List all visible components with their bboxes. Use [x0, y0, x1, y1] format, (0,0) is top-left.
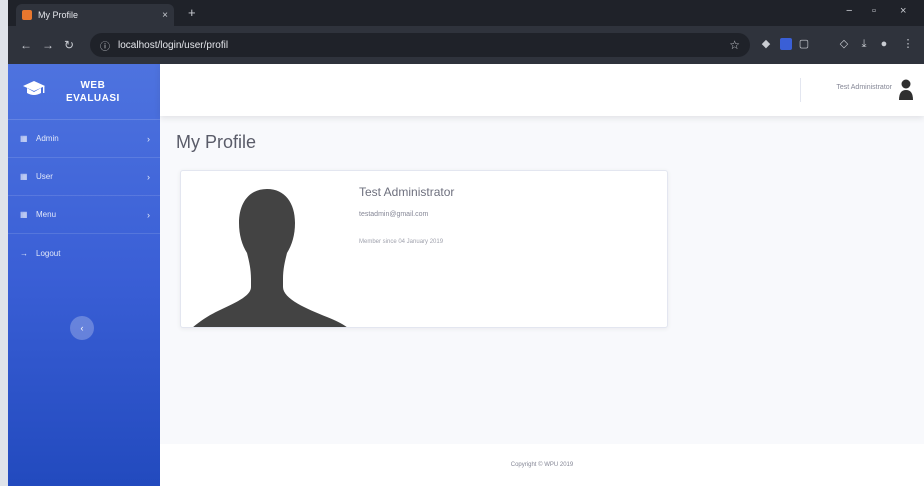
brand-title: WEB EVALUASI [66, 79, 120, 105]
tab-title: My Profile [38, 10, 79, 20]
bookmark-star-icon[interactable]: ☆ [729, 38, 740, 52]
sidebar-toggle-button[interactable]: ‹ [70, 316, 94, 340]
browser-tab-strip: My Profile × + − ▫ × [8, 0, 924, 26]
minimize-button[interactable]: − [846, 5, 852, 17]
sidebar-item-user[interactable]: ▦ User › [8, 158, 160, 196]
sidebar-item-label: Admin [36, 134, 59, 143]
topbar-divider [800, 78, 801, 102]
tab-close-icon[interactable]: × [162, 10, 168, 21]
chevron-right-icon: › [147, 133, 150, 144]
chevron-right-icon: › [147, 209, 150, 220]
download-icon[interactable]: ⤓ [858, 38, 870, 50]
browser-window: My Profile × + − ▫ × ← → ↻ ⓘ localhost/l… [8, 0, 924, 486]
profile-name: Test Administrator [359, 185, 455, 199]
profile-card: Test Administrator testadmin@gmail.com M… [180, 170, 668, 328]
browser-tab[interactable]: My Profile × [16, 4, 174, 26]
profile-icon[interactable]: ● [878, 38, 890, 50]
profile-avatar-silhouette [193, 189, 347, 327]
forward-arrow-icon[interactable]: → [42, 38, 54, 52]
collections-icon[interactable]: ◇ [838, 38, 850, 50]
footer-copyright: Copyright © WPU 2019 [510, 462, 574, 468]
window-close-button[interactable]: × [900, 5, 906, 17]
sidebar-item-menu[interactable]: ▦ Menu › [8, 196, 160, 234]
menu-grid-icon: ▦ [20, 210, 28, 219]
favicon-icon [22, 10, 32, 20]
brand-line-1: WEB [80, 79, 106, 91]
sidebar-brand[interactable]: WEB EVALUASI [8, 64, 160, 120]
user-avatar-icon[interactable] [898, 78, 914, 100]
profile-member-since: Member since 04 January 2019 [359, 239, 444, 245]
graduation-cap-icon [22, 79, 52, 105]
sidebar-item-logout[interactable]: → Logout [8, 234, 160, 272]
menu-grid-icon: ▦ [20, 134, 28, 143]
brand-line-2: EVALUASI [66, 92, 120, 104]
sidebar: WEB EVALUASI ▦ Admin › ▦ User › ▦ Menu ›… [8, 64, 160, 486]
reload-icon[interactable]: ↻ [64, 38, 74, 52]
browser-toolbar: ← → ↻ ⓘ localhost/login/user/profil ☆ ◆ … [8, 26, 924, 64]
back-arrow-icon[interactable]: ← [20, 38, 32, 52]
sidebar-item-label: Logout [36, 248, 61, 258]
footer: Copyright © WPU 2019 [160, 444, 924, 486]
profile-email: testadmin@gmail.com [359, 211, 429, 218]
menu-grid-icon: ▦ [20, 172, 28, 181]
address-bar[interactable]: ⓘ localhost/login/user/profil ☆ [90, 33, 750, 57]
new-tab-button[interactable]: + [188, 5, 196, 20]
topbar: Test Administrator [160, 64, 924, 116]
sidebar-item-label: User [36, 172, 53, 181]
extension-icon[interactable]: ◆ [760, 38, 772, 50]
maximize-button[interactable]: ▫ [872, 5, 876, 17]
sidebar-item-label: Menu [36, 210, 57, 219]
extension-puzzle-icon[interactable] [780, 38, 792, 50]
page-title: My Profile [176, 132, 257, 152]
logout-icon: → [20, 248, 28, 258]
url-text: localhost/login/user/profil [118, 39, 229, 51]
tab-search-icon[interactable]: ▢ [798, 38, 810, 50]
chevron-right-icon: › [147, 171, 150, 182]
sidebar-item-admin[interactable]: ▦ Admin › [8, 120, 160, 158]
site-info-icon[interactable]: ⓘ [100, 38, 110, 53]
topbar-user-name[interactable]: Test Administrator [836, 84, 892, 91]
menu-icon[interactable]: ⋮ [902, 38, 914, 50]
